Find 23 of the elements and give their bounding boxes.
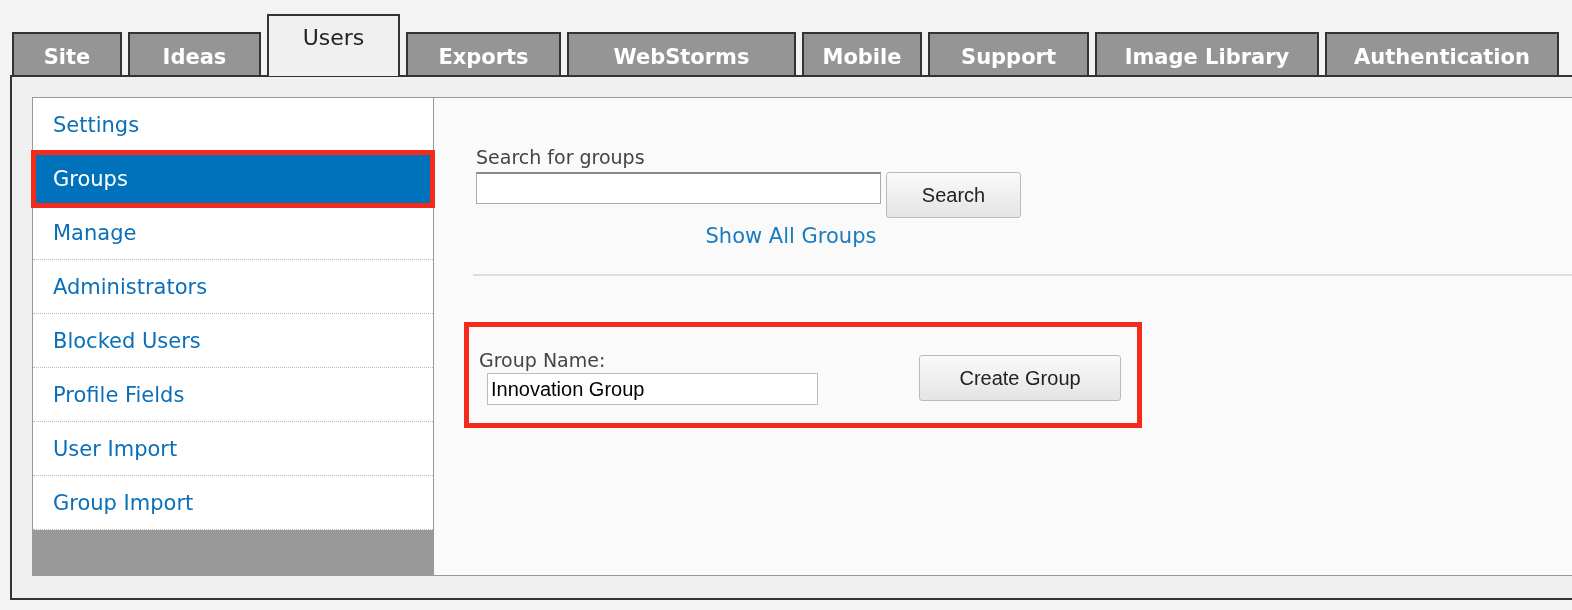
create-group-button[interactable]: Create Group [919, 355, 1121, 401]
sidebar-item[interactable]: Group Import [33, 476, 433, 530]
search-button[interactable]: Search [886, 172, 1021, 218]
sidebar-item[interactable]: User Import [33, 422, 433, 476]
show-all-groups-link[interactable]: Show All Groups [705, 224, 877, 248]
tab[interactable]: Mobile [802, 32, 922, 75]
tab[interactable]: Ideas [128, 32, 261, 75]
tab[interactable]: Exports [406, 32, 561, 75]
group-name-label: Group Name: [479, 349, 607, 371]
sidebar-item[interactable]: Profile Fields [33, 368, 433, 422]
group-name-field[interactable]: Innovation Group [487, 373, 818, 405]
tab[interactable]: WebStorms [567, 32, 796, 75]
sidebar-item[interactable]: Groups [33, 152, 433, 206]
sidebar-item[interactable]: Manage [33, 206, 433, 260]
search-field[interactable] [476, 172, 881, 204]
tab[interactable]: Authentication [1325, 32, 1559, 75]
tab[interactable]: Users [267, 14, 400, 76]
sidebar-item[interactable]: Administrators [33, 260, 433, 314]
tab[interactable]: Site [12, 32, 122, 75]
tab[interactable]: Support [928, 32, 1089, 75]
search-label: Search for groups [476, 146, 646, 168]
sidebar-item[interactable]: Blocked Users [33, 314, 433, 368]
tab[interactable]: Image Library [1095, 32, 1319, 75]
